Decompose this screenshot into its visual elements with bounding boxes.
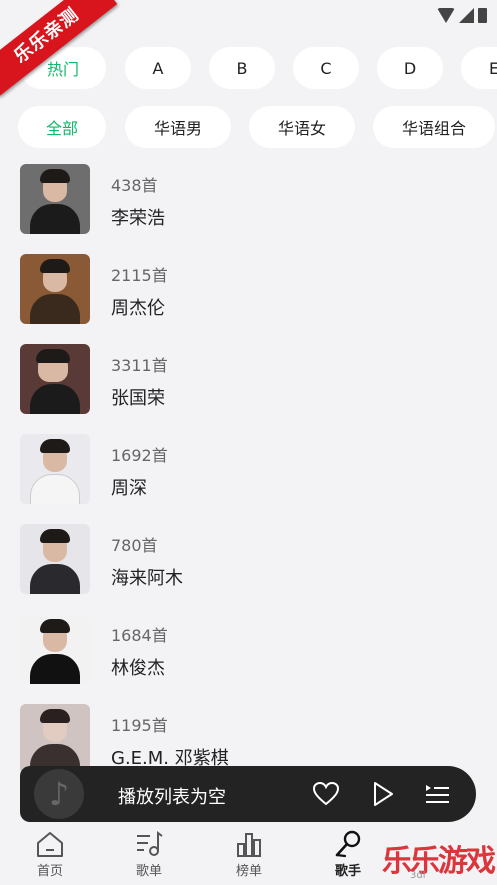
tab-charts[interactable]: 榜单 (219, 830, 279, 884)
artist-name: 张国荣 (111, 388, 165, 409)
bar-chart-icon (237, 833, 261, 857)
filter-letter-d[interactable]: D (377, 47, 443, 89)
artist-row[interactable]: 2115首 周杰伦 (20, 254, 480, 324)
tab-artists[interactable]: 歌手 (318, 830, 378, 884)
artist-row[interactable]: 780首 海来阿木 (20, 524, 480, 594)
playlist-status: 播放列表为空 (118, 787, 226, 808)
artist-row[interactable]: 438首 李荣浩 (20, 164, 480, 234)
music-note-icon: ♪ (48, 775, 70, 813)
tab-label: 首页 (36, 864, 63, 879)
artist-row[interactable]: 1692首 周深 (20, 434, 480, 504)
artist-row[interactable]: 3311首 张国荣 (20, 344, 480, 414)
letter-filter-row: 热门 A B C D E (0, 47, 497, 91)
song-count: 1692首 (111, 446, 168, 465)
artist-row[interactable]: 1684首 林俊杰 (20, 614, 480, 684)
song-count: 3311首 (111, 356, 168, 375)
tab-playlists[interactable]: 歌单 (119, 830, 179, 884)
watermark-logo: 乐乐游戏 3dl (382, 836, 497, 885)
filter-chinese-male[interactable]: 华语男 (125, 106, 231, 148)
signal-icon (459, 8, 474, 23)
song-count: 1684首 (111, 626, 168, 645)
song-count: 1195首 (111, 716, 168, 735)
playlist-icon[interactable] (423, 780, 451, 808)
artist-row[interactable]: 1195首 G.E.M. 邓紫棋 (20, 704, 480, 774)
watermark-subtext: 3dl (410, 870, 426, 881)
tab-home[interactable]: 首页 (20, 830, 80, 884)
artist-name: 李荣浩 (111, 208, 165, 229)
tab-label: 歌单 (135, 864, 162, 879)
filter-letter-a[interactable]: A (125, 47, 191, 89)
watermark-text: 乐乐游戏 (382, 844, 496, 879)
mini-player[interactable]: ♪ 播放列表为空 (20, 766, 476, 822)
filter-letter-e[interactable]: E (461, 47, 497, 89)
artist-avatar (20, 614, 90, 684)
artist-name: 林俊杰 (111, 658, 165, 679)
artist-name: 周深 (111, 478, 147, 499)
battery-icon (478, 8, 487, 23)
artist-avatar (20, 524, 90, 594)
category-filter-row: 全部 华语男 华语女 华语组合 (0, 106, 497, 150)
artist-name: 周杰伦 (111, 298, 165, 319)
wifi-icon (437, 8, 455, 23)
song-count: 438首 (111, 176, 158, 195)
filter-chinese-group[interactable]: 华语组合 (373, 106, 495, 148)
artist-name: 海来阿木 (111, 568, 183, 589)
playlist-note-icon (137, 831, 163, 856)
tab-label: 歌手 (334, 864, 361, 879)
filter-letter-c[interactable]: C (293, 47, 359, 89)
heart-icon[interactable] (312, 780, 340, 808)
filter-all[interactable]: 全部 (18, 106, 106, 148)
artist-avatar (20, 704, 90, 774)
album-disc[interactable]: ♪ (34, 769, 84, 819)
artist-avatar (20, 344, 90, 414)
microphone-icon (335, 830, 361, 858)
song-count: 780首 (111, 536, 158, 555)
home-icon (37, 832, 63, 857)
song-count: 2115首 (111, 266, 168, 285)
filter-chinese-female[interactable]: 华语女 (249, 106, 355, 148)
filter-letter-b[interactable]: B (209, 47, 275, 89)
tab-label: 榜单 (235, 864, 262, 879)
artist-avatar (20, 254, 90, 324)
artist-avatar (20, 434, 90, 504)
artist-avatar (20, 164, 90, 234)
play-icon[interactable] (368, 780, 396, 808)
